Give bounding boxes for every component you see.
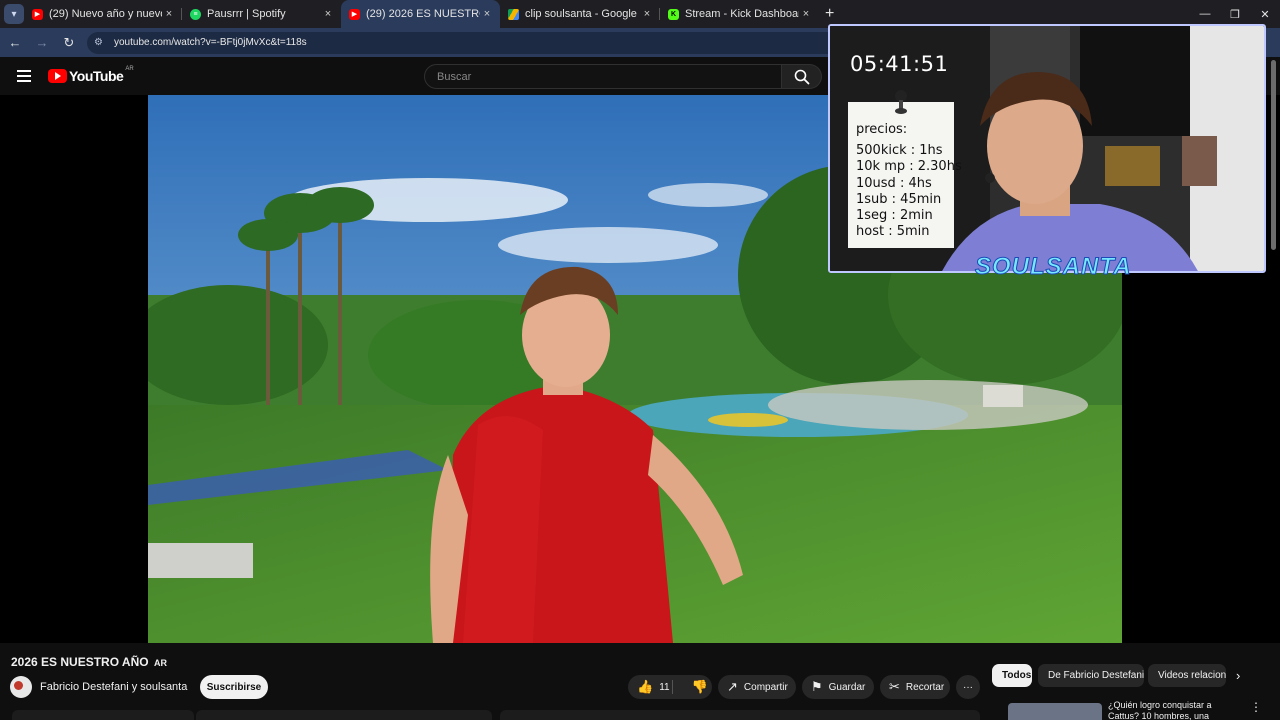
video-title: 2026 ES NUESTRO AÑO AR [11,655,167,669]
save-label: Guardar [828,681,866,693]
channel-name[interactable]: Fabricio Destefani y soulsanta [40,681,187,693]
tab-title: (29) 2026 ES NUESTRO AÑO ᴀʀ [366,8,480,20]
address-bar[interactable]: ⚙ youtube.com/watch?v=-BFtj0jMvXc&t=118s [87,31,847,54]
youtube-wordmark: YouTube [69,68,124,84]
chevron-right-icon[interactable]: › [1236,668,1240,683]
like-count[interactable]: 11 [659,682,669,693]
save-button[interactable]: ⚑ Guardar [802,675,874,699]
soulsanta-watermark: SOULSANTA [975,253,1132,281]
tab-title: clip soulsanta - Google Drive [525,8,640,20]
price-line: 10usd : 4hs [856,175,932,191]
youtube-play-icon [48,69,67,83]
url-text: youtube.com/watch?v=-BFtj0jMvXc&t=118s [114,37,307,48]
price-line: 10k mp : 2.30hs [856,159,962,175]
close-icon[interactable]: × [640,8,654,20]
back-arrow-icon[interactable]: ← [3,31,27,55]
reload-icon[interactable]: ↻ [57,31,81,55]
clip-label: Recortar [905,681,945,693]
recommendation-thumbnail[interactable] [1008,703,1102,720]
youtube-logo[interactable]: YouTube AR [48,66,134,84]
chip-all[interactable]: Todos [992,664,1032,687]
share-icon: ↗ [727,679,738,694]
thumbs-down-icon[interactable]: 👎 [692,679,708,695]
tab-title: Pausrrr | Spotify [207,8,286,20]
close-icon[interactable]: × [799,8,813,20]
description-box-2[interactable] [196,710,492,720]
youtube-icon: ▶ [349,8,360,20]
channel-avatar[interactable] [10,676,32,698]
search-icon [794,69,809,84]
spotify-icon: ≡ [190,8,201,20]
more-icon: ··· [963,681,973,693]
streamer-webcam-overlay: 05:41:51 precios: 500kick : 1hs 10k mp :… [828,24,1266,273]
browser-tab-5[interactable]: K Stream - Kick Dashboard × [660,0,819,28]
chip-from-channel[interactable]: De Fabricio Destefani [1038,664,1144,687]
tab-search-chevron-icon[interactable]: ▾ [4,4,24,24]
like-dislike-group: 👍 11 👎 [628,675,712,699]
price-line: 1seg : 2min [856,208,933,224]
new-tab-button[interactable]: + [825,5,834,23]
price-list-title: precios: [856,122,908,137]
close-icon[interactable]: × [480,8,494,20]
stream-timer: 05:41:51 [850,52,949,76]
thumbs-up-icon[interactable]: 👍 [637,679,653,695]
share-label: Compartir [743,681,788,693]
browser-tab-3-active[interactable]: ▶ (29) 2026 ES NUESTRO AÑO ᴀʀ × [341,0,500,28]
browser-tab-4[interactable]: clip soulsanta - Google Drive × [500,0,660,28]
scissors-icon: ✂ [889,679,900,694]
pushpin-icon [895,90,907,114]
browser-tab-1[interactable]: ▶ (29) Nuevo año y nuevo lanzam × [24,0,182,28]
clip-button[interactable]: ✂ Recortar [880,675,950,699]
chip-related[interactable]: Videos relacion [1148,664,1226,687]
more-actions-button[interactable]: ··· [956,675,980,699]
video-title-suffix: AR [153,658,167,668]
close-icon[interactable]: × [321,8,335,20]
page-scrollbar[interactable] [1271,60,1276,250]
price-line: 1sub : 45min [856,191,942,207]
forward-arrow-icon[interactable]: → [30,31,54,55]
site-settings-icon[interactable]: ⚙ [94,37,108,48]
price-line: host : 5min [856,224,930,240]
browser-tab-2[interactable]: ≡ Pausrrr | Spotify × [182,0,341,28]
price-list-note: precios: 500kick : 1hs 10k mp : 2.30hs 1… [848,90,962,248]
close-icon[interactable]: × [162,8,176,20]
share-button[interactable]: ↗ Compartir [718,675,796,699]
search-button[interactable] [782,64,822,89]
bookmark-icon: ⚑ [811,679,823,694]
comments-preview[interactable] [500,710,980,720]
google-drive-icon [508,8,519,20]
more-vertical-icon[interactable]: ⋮ [1250,700,1262,714]
subscribe-button[interactable]: Suscribirse [200,675,268,699]
video-title-text: 2026 ES NUESTRO AÑO [11,655,149,669]
kick-icon: K [668,8,679,20]
search-input[interactable]: Buscar [424,64,782,89]
country-code: AR [125,66,134,72]
recommendation-title[interactable]: ¿Quién logro conquistar a Cattus? 10 hom… [1108,700,1228,720]
video-info-section: 2026 ES NUESTRO AÑO AR Fabricio Destefan… [0,643,1280,720]
tab-title: Stream - Kick Dashboard [685,8,799,20]
tab-title: (29) Nuevo año y nuevo lanzam [49,8,162,20]
price-line: 500kick : 1hs [856,143,943,158]
menu-icon[interactable] [17,70,31,82]
youtube-icon: ▶ [32,8,43,20]
description-box[interactable] [12,710,194,720]
